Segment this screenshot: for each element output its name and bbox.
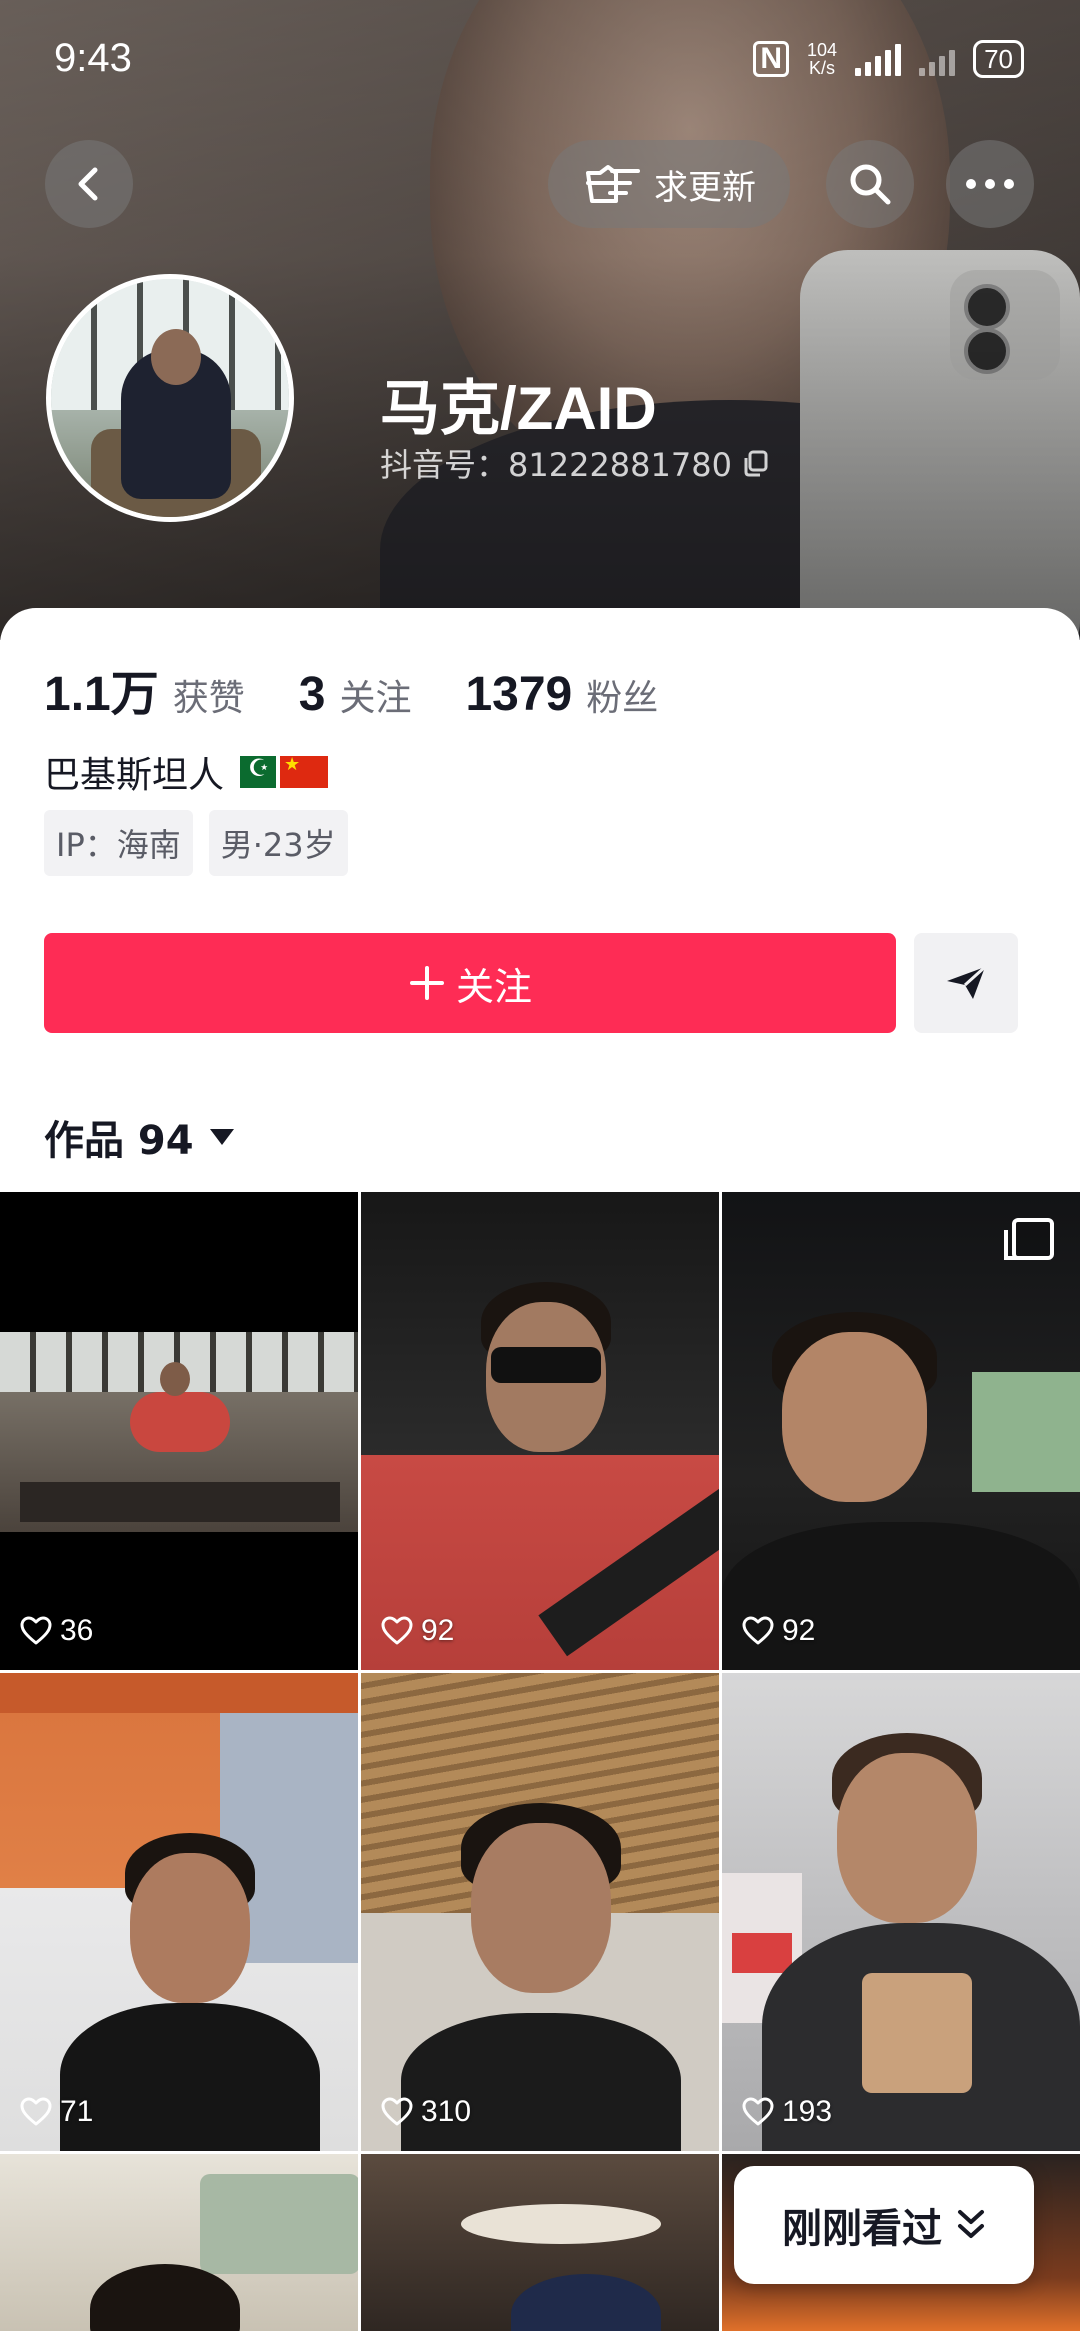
more-button[interactable] xyxy=(946,140,1034,228)
heart-icon xyxy=(20,2097,52,2126)
douyin-id-text: 抖音号：81222881780 xyxy=(380,446,732,484)
video-thumbnail[interactable]: 36 xyxy=(0,1192,358,1670)
video-likes: 36 xyxy=(20,1614,93,1648)
search-icon xyxy=(850,164,891,205)
message-button[interactable] xyxy=(914,933,1018,1033)
multi-image-icon xyxy=(1004,1218,1054,1260)
avatar[interactable] xyxy=(46,274,294,522)
video-likes: 71 xyxy=(20,2095,93,2129)
caret-down-icon xyxy=(209,1129,234,1145)
search-button[interactable] xyxy=(826,140,914,228)
follow-button[interactable]: 关注 xyxy=(44,933,896,1033)
stat-followers[interactable]: 1379 粉丝 xyxy=(465,667,658,722)
back-icon xyxy=(78,167,98,201)
video-thumbnail[interactable]: 71 xyxy=(0,1673,358,2151)
signal-2-icon xyxy=(919,42,956,76)
video-thumbnail[interactable] xyxy=(361,2154,719,2331)
network-speed: 104 K/s xyxy=(807,40,838,78)
pointing-hand-icon xyxy=(586,165,640,203)
heart-icon xyxy=(742,2097,774,2126)
heart-icon xyxy=(20,1616,52,1645)
video-thumbnail[interactable]: 193 xyxy=(722,1673,1080,2151)
video-thumbnail[interactable]: 92 xyxy=(361,1192,719,1670)
battery-indicator: 70 xyxy=(973,40,1024,78)
recently-viewed-button[interactable]: 刚刚看过 xyxy=(734,2166,1034,2284)
video-thumbnail[interactable]: 310 xyxy=(361,1673,719,2151)
profile-tags: IP：海南 男·23岁 xyxy=(44,810,348,876)
heart-icon xyxy=(381,1616,413,1645)
recently-viewed-label: 刚刚看过 xyxy=(782,2206,942,2252)
copy-icon[interactable] xyxy=(742,448,772,478)
send-icon xyxy=(947,965,987,999)
back-button[interactable] xyxy=(45,140,133,228)
nfc-icon: N xyxy=(753,41,790,77)
douyin-id[interactable]: 抖音号：81222881780 xyxy=(380,440,772,486)
pakistan-flag-icon xyxy=(228,754,277,788)
request-update-label: 求更新 xyxy=(654,167,756,208)
profile-name: 马克/ZAID xyxy=(380,375,657,442)
ip-tag: IP：海南 xyxy=(44,810,193,876)
profile-bio: 巴基斯坦人 xyxy=(44,746,329,798)
bio-text: 巴基斯坦人 xyxy=(44,755,225,796)
follow-label: 关注 xyxy=(455,964,532,1009)
heart-icon xyxy=(381,2097,413,2126)
double-chevron-down-icon xyxy=(958,2210,984,2238)
request-update-button[interactable]: 求更新 xyxy=(548,140,790,228)
video-thumbnail[interactable] xyxy=(0,2154,358,2331)
works-tab[interactable]: 作品 94 xyxy=(44,1108,236,1166)
heart-icon xyxy=(742,1616,774,1645)
video-likes: 193 xyxy=(742,2095,832,2129)
signal-icon xyxy=(855,42,902,76)
gender-age-tag: 男·23岁 xyxy=(208,810,348,876)
works-title-text: 作品 94 xyxy=(44,1118,194,1164)
stat-likes[interactable]: 1.1万 获赞 xyxy=(44,654,245,724)
status-bar: 9:43 N 104 K/s 70 xyxy=(0,0,1080,120)
video-likes: 92 xyxy=(742,1614,815,1648)
more-dots-icon xyxy=(966,179,1014,189)
status-time: 9:43 xyxy=(54,36,132,80)
stat-following[interactable]: 3 关注 xyxy=(299,667,412,722)
profile-stats: 1.1万 获赞 3 关注 1379 粉丝 xyxy=(44,654,658,724)
china-flag-icon xyxy=(280,754,329,788)
video-likes: 92 xyxy=(381,1614,454,1648)
plus-icon xyxy=(409,966,444,1000)
video-thumbnail[interactable]: 92 xyxy=(722,1192,1080,1670)
video-likes: 310 xyxy=(381,2095,471,2129)
